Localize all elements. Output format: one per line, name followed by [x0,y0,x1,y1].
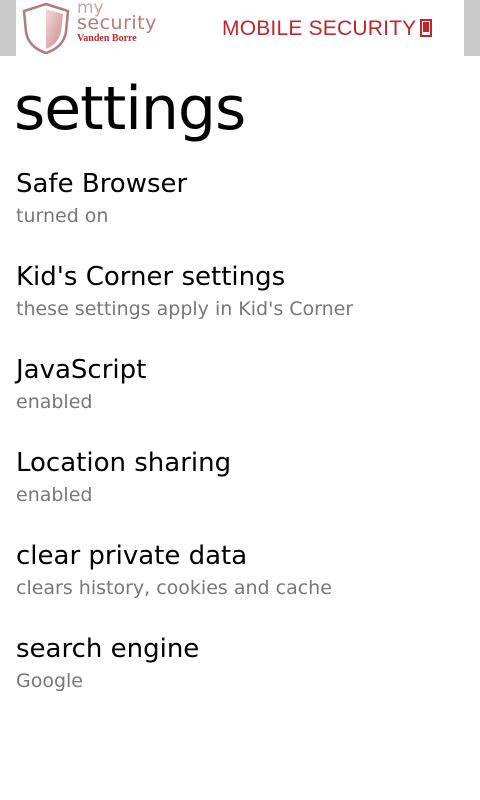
setting-kids-corner[interactable]: Kid's Corner settings these settings app… [16,258,464,351]
my-security-logo: my security Vanden Borre [19,0,179,56]
setting-status: these settings apply in Kid's Corner [16,298,354,320]
setting-safe-browser[interactable]: Safe Browser turned on [16,165,464,258]
mobile-security-label: MOBILE SECURITY [222,17,417,40]
settings-list: Safe Browser turned on Kid's Corner sett… [16,165,464,723]
setting-label: Safe Browser [16,169,188,199]
setting-javascript[interactable]: JavaScript enabled [16,351,464,444]
setting-label: JavaScript [16,355,147,385]
setting-label: Kid's Corner settings [16,262,286,292]
setting-search-engine[interactable]: search engine Google [16,630,464,723]
setting-status: turned on [16,205,109,227]
setting-label: clear private data [16,541,248,571]
shield-icon [22,2,70,54]
setting-status: clears history, cookies and cache [16,577,332,599]
setting-status: Google [16,670,84,692]
logo-brand-text: Vanden Borre [77,33,137,44]
app-header: my security Vanden Borre MOBILE SECURITY [0,0,480,56]
logo-security-text: security [77,12,157,34]
setting-clear-private-data[interactable]: clear private data clears history, cooki… [16,537,464,630]
setting-location-sharing[interactable]: Location sharing enabled [16,444,464,537]
page-title: settings [14,74,246,144]
phone-icon [420,19,433,37]
setting-status: enabled [16,484,93,506]
mobile-security-title: MOBILE SECURITY [222,17,433,41]
header-edge-left [0,0,16,56]
setting-status: enabled [16,391,93,413]
setting-label: Location sharing [16,448,232,478]
header-edge-right [464,0,480,56]
setting-label: search engine [16,634,200,664]
